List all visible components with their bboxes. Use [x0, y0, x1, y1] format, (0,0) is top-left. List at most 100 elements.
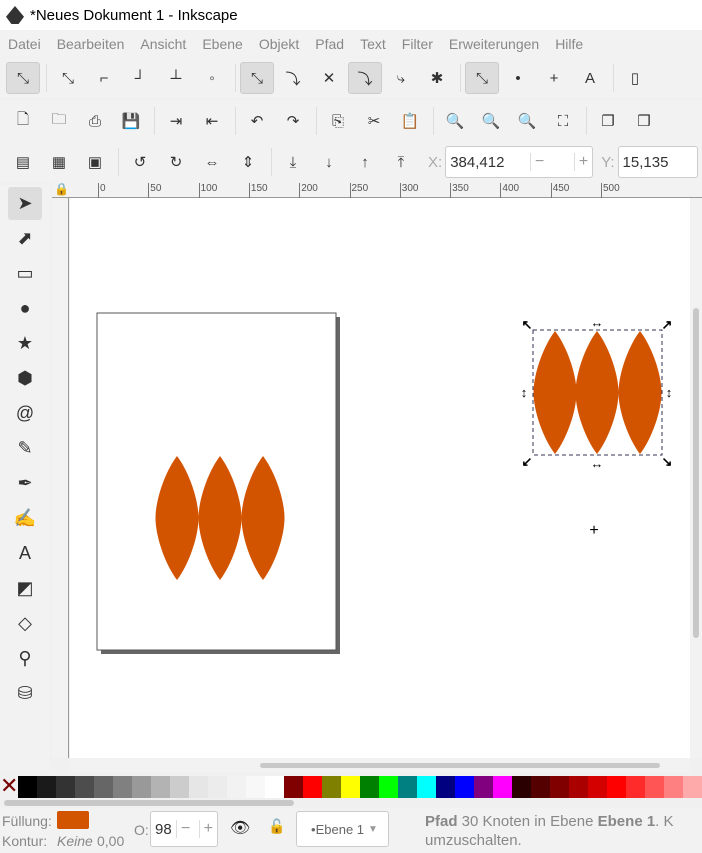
raise-to-top-button[interactable]: ⤒: [384, 146, 418, 178]
text-tool-button[interactable]: A: [8, 537, 42, 570]
scale-handle-icon[interactable]: ↕: [666, 385, 673, 400]
color-swatch[interactable]: [626, 776, 645, 798]
lens-shape[interactable]: [533, 331, 577, 454]
color-swatch[interactable]: [664, 776, 683, 798]
color-swatch[interactable]: [227, 776, 246, 798]
color-swatch[interactable]: [550, 776, 569, 798]
zoom-drawing-button[interactable]: 🔍: [474, 105, 508, 137]
node-tool-button[interactable]: ⬈: [8, 222, 42, 255]
snap-enable-button[interactable]: ⤡: [6, 62, 40, 94]
color-swatch[interactable]: [265, 776, 284, 798]
save-button[interactable]: 💾: [114, 105, 148, 137]
color-swatch[interactable]: [360, 776, 379, 798]
color-swatch[interactable]: [189, 776, 208, 798]
color-swatch[interactable]: [113, 776, 132, 798]
select-all-button[interactable]: ▤: [6, 146, 40, 178]
deselect-button[interactable]: ▣: [78, 146, 112, 178]
snap-text-baseline-button[interactable]: A: [573, 62, 607, 94]
snap-smooth-button[interactable]: ⤷: [384, 62, 418, 94]
color-swatch[interactable]: [37, 776, 56, 798]
menu-ebene[interactable]: Ebene: [194, 36, 250, 52]
rotate-cw-button[interactable]: ↻: [159, 146, 193, 178]
stroke-width[interactable]: 0,00: [97, 833, 124, 849]
y-input[interactable]: 15,135: [617, 146, 698, 178]
clone-button[interactable]: ❒: [627, 105, 661, 137]
color-swatch[interactable]: [493, 776, 512, 798]
snap-bbox-button[interactable]: ⤡: [51, 62, 85, 94]
snap-bbox-edge-button[interactable]: ⌐: [87, 62, 121, 94]
lower-button[interactable]: ↓: [312, 146, 346, 178]
color-swatch[interactable]: [322, 776, 341, 798]
x-decrement[interactable]: −: [529, 153, 548, 171]
3d-box-tool-button[interactable]: ⬢: [8, 362, 42, 395]
import-button[interactable]: ⇥: [159, 105, 193, 137]
scale-handle-icon[interactable]: ↕: [521, 385, 528, 400]
color-swatch[interactable]: [75, 776, 94, 798]
snap-center-button[interactable]: •: [501, 62, 535, 94]
snap-path-button[interactable]: ⤵: [276, 62, 310, 94]
color-swatch[interactable]: [512, 776, 531, 798]
zoom-selection-button[interactable]: 🔍: [438, 105, 472, 137]
undo-button[interactable]: ↶: [240, 105, 274, 137]
lens-shape[interactable]: [618, 331, 662, 454]
fill-swatch[interactable]: [57, 811, 89, 829]
spiral-tool-button[interactable]: @: [8, 397, 42, 430]
snap-cusp-button[interactable]: ⤵: [348, 62, 382, 94]
print-button[interactable]: ⎙: [78, 105, 112, 137]
color-swatch[interactable]: [436, 776, 455, 798]
color-swatch[interactable]: [94, 776, 113, 798]
zoom-fit-width-button[interactable]: ⛶: [546, 105, 580, 137]
menu-erweiterungen[interactable]: Erweiterungen: [441, 36, 547, 52]
color-swatch[interactable]: [303, 776, 322, 798]
layer-dropdown[interactable]: •Ebene 1 ▼: [296, 811, 389, 847]
rotate-ccw-button[interactable]: ↺: [123, 146, 157, 178]
color-swatch[interactable]: [607, 776, 626, 798]
scale-handle-icon[interactable]: ↙: [522, 454, 533, 469]
redo-button[interactable]: ↷: [276, 105, 310, 137]
snap-page-button[interactable]: ▯: [618, 62, 652, 94]
color-swatch[interactable]: [531, 776, 550, 798]
rectangle-tool-button[interactable]: ▭: [8, 257, 42, 290]
palette-scrollbar[interactable]: [4, 800, 294, 806]
color-swatch[interactable]: [341, 776, 360, 798]
pencil-tool-button[interactable]: ✎: [8, 432, 42, 465]
opacity-increment[interactable]: +: [198, 820, 217, 838]
dropper-tool-button[interactable]: ⚲: [8, 642, 42, 675]
duplicate-button[interactable]: ❐: [591, 105, 625, 137]
new-document-button[interactable]: 🗋: [6, 105, 40, 137]
calligraphy-tool-button[interactable]: ✍: [8, 502, 42, 535]
x-input[interactable]: 384,412 − +: [445, 146, 594, 178]
flip-vertical-button[interactable]: ⇕: [231, 146, 265, 178]
menu-objekt[interactable]: Objekt: [251, 36, 307, 52]
color-swatch[interactable]: [208, 776, 227, 798]
pen-tool-button[interactable]: ✒: [8, 467, 42, 500]
snap-bbox-center-button[interactable]: ◦: [195, 62, 229, 94]
y-value[interactable]: 15,135: [623, 154, 669, 171]
scale-handle-icon[interactable]: ↗: [662, 317, 673, 332]
snap-bbox-corner-button[interactable]: ┘: [123, 62, 157, 94]
stroke-value[interactable]: Keine: [57, 833, 93, 849]
snap-midpoint-button[interactable]: ✱: [420, 62, 454, 94]
snap-intersection-button[interactable]: ✕: [312, 62, 346, 94]
mesh-tool-button[interactable]: ◇: [8, 607, 42, 640]
opacity-value[interactable]: 98: [155, 821, 172, 838]
no-paint-swatch[interactable]: ✕: [0, 775, 18, 798]
color-swatch[interactable]: [246, 776, 265, 798]
color-swatch[interactable]: [18, 776, 37, 798]
menu-text[interactable]: Text: [352, 36, 394, 52]
snap-others-button[interactable]: ⤡: [465, 62, 499, 94]
selected-lens-group[interactable]: [533, 331, 662, 454]
selector-tool-button[interactable]: ➤: [8, 187, 42, 220]
lens-group-on-page[interactable]: [155, 456, 285, 580]
color-swatch[interactable]: [683, 776, 702, 798]
color-swatch[interactable]: [645, 776, 664, 798]
lens-shape[interactable]: [575, 331, 619, 454]
menu-bearbeiten[interactable]: Bearbeiten: [49, 36, 133, 52]
paint-bucket-tool-button[interactable]: ⛁: [8, 677, 42, 710]
color-swatch[interactable]: [474, 776, 493, 798]
scale-handle-icon[interactable]: ↘: [662, 454, 673, 469]
color-swatch[interactable]: [417, 776, 436, 798]
menu-datei[interactable]: Datei: [0, 36, 49, 52]
open-button[interactable]: 🗀: [42, 105, 76, 137]
ellipse-tool-button[interactable]: ●: [8, 292, 42, 325]
